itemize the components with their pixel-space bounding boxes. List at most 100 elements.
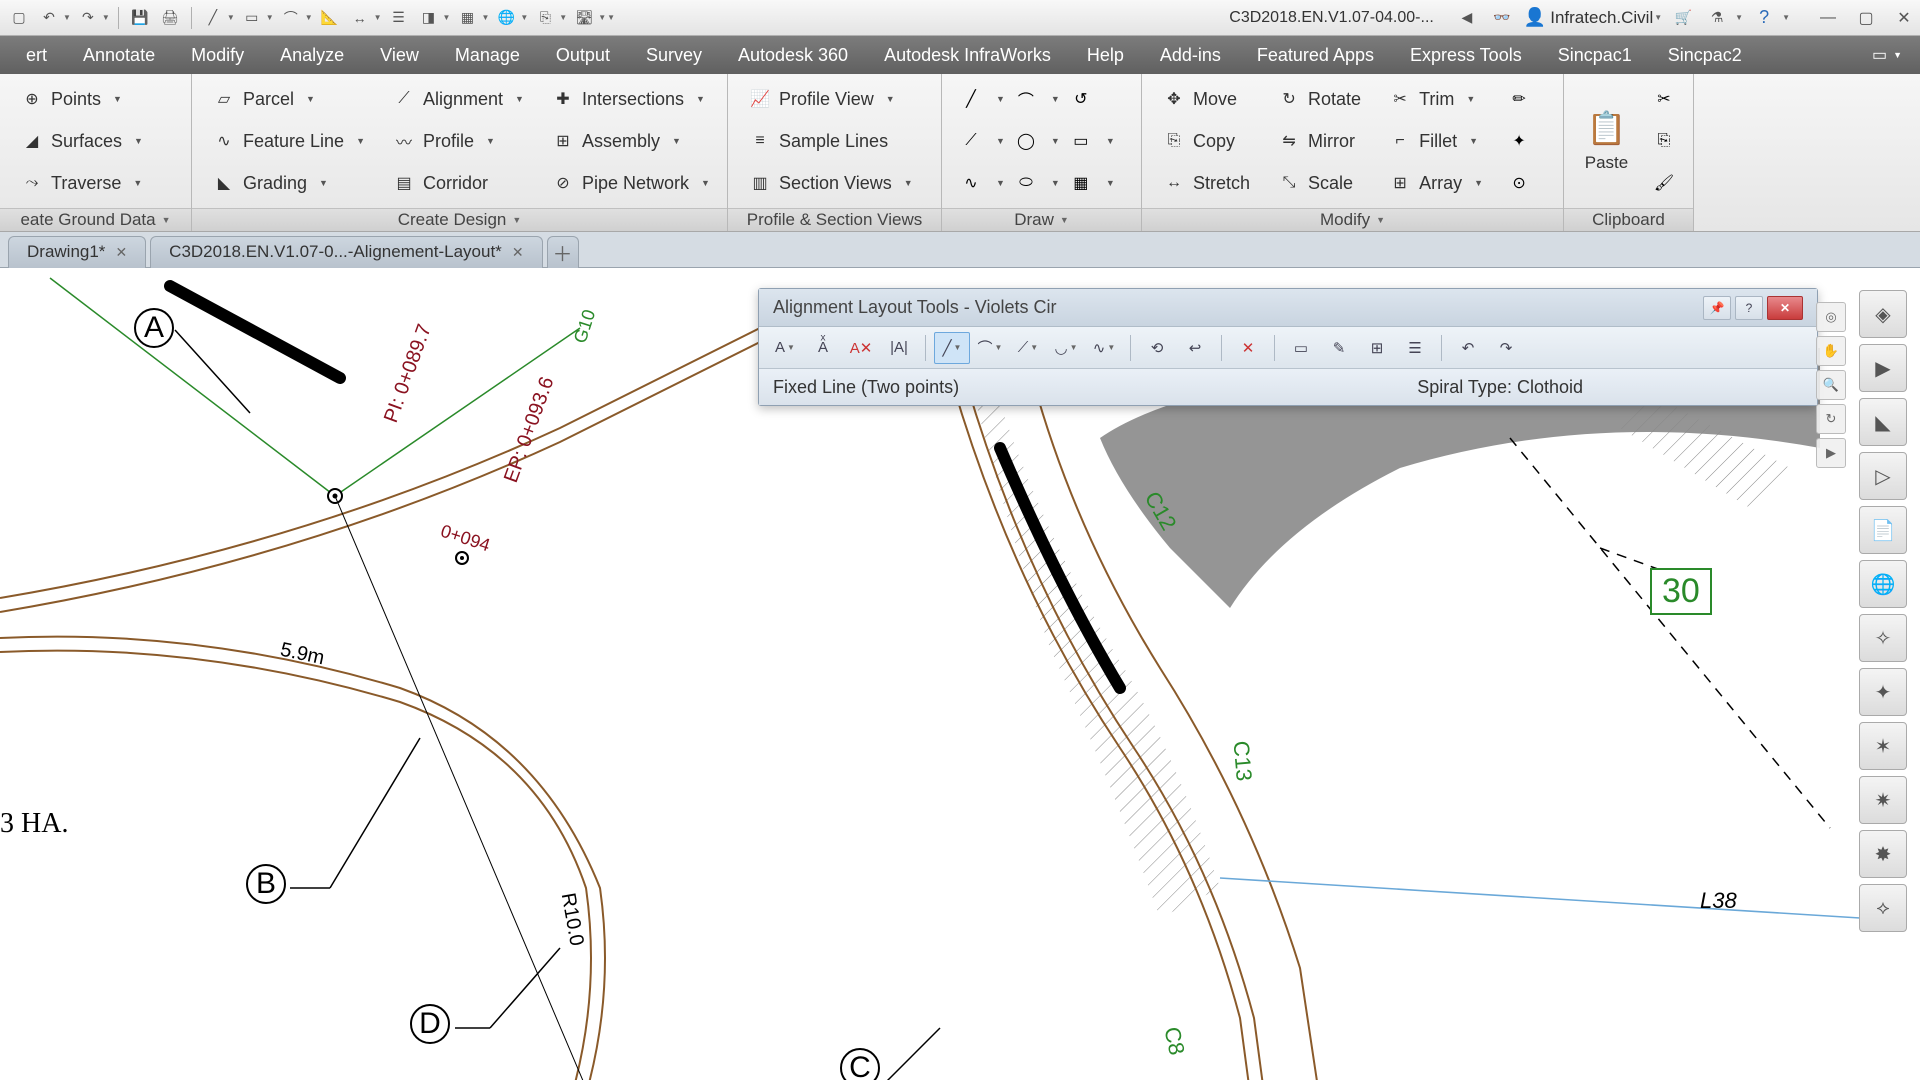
nav-wheel-icon[interactable]: ▶ (1859, 344, 1907, 392)
dropdown-icon[interactable]: ▼ (319, 178, 328, 188)
circle-button[interactable]: ◯ (1007, 122, 1045, 160)
panel-title[interactable]: eate Ground Data▼ (0, 208, 191, 231)
dropdown-icon[interactable]: ▼ (996, 178, 1005, 188)
hatch-icon[interactable]: ▦ (454, 5, 480, 31)
dropdown-icon[interactable]: ▼ (701, 178, 710, 188)
explode-button[interactable]: ✦ (1500, 122, 1538, 160)
dropdown-icon[interactable]: ▼ (1051, 94, 1060, 104)
dropdown-icon[interactable]: ▼ (133, 178, 142, 188)
qat-expand-icon[interactable]: ▼ (607, 13, 615, 22)
traverse-button[interactable]: ⤳Traverse▼ (10, 164, 154, 202)
redo-button[interactable]: ↷ (1488, 332, 1524, 364)
palette-titlebar[interactable]: Alignment Layout Tools - Violets Cir 📌 ?… (759, 289, 1817, 327)
block-icon[interactable]: ◨ (416, 5, 442, 31)
rect-icon[interactable]: ▭ (239, 5, 265, 31)
panel-dropdown-icon[interactable]: ▼ (512, 215, 521, 225)
intersections-button[interactable]: ✚Intersections▼ (541, 80, 721, 118)
dropdown-icon[interactable]: ▼ (443, 13, 451, 22)
ribbon-tab-expresstools[interactable]: Express Tools (1392, 36, 1540, 74)
panel-dropdown-icon[interactable]: ▼ (1376, 215, 1385, 225)
minimize-button[interactable]: — (1818, 8, 1838, 28)
assembly-button[interactable]: ⊞Assembly▼ (541, 122, 721, 160)
ribbon-tab-modify[interactable]: Modify (173, 36, 262, 74)
erase-button[interactable]: ✏ (1500, 80, 1538, 118)
ribbon-tab-analyze[interactable]: Analyze (262, 36, 362, 74)
ribbon-tab-insert[interactable]: ert (8, 36, 65, 74)
doc-tab-alignment-layout[interactable]: C3D2018.EN.V1.07-0...-Alignement-Layout*… (150, 236, 542, 268)
revcloud-button[interactable]: ↺ (1062, 80, 1100, 118)
corridor-button[interactable]: ▤Corridor (382, 164, 535, 202)
ribbon-tab-view[interactable]: View (362, 36, 437, 74)
plot-icon[interactable]: 🖨 (157, 5, 183, 31)
parcel-button[interactable]: ▱Parcel▼ (202, 80, 376, 118)
dropdown-icon[interactable]: ▼ (996, 94, 1005, 104)
dropdown-icon[interactable]: ▼ (886, 94, 895, 104)
dropdown-icon[interactable]: ▼ (904, 178, 913, 188)
polyline-button[interactable]: ⟋ (952, 122, 990, 160)
floating-curve-button[interactable]: ◡▼ (1048, 332, 1084, 364)
new-tab-button[interactable]: ＋ (547, 236, 579, 268)
redo-icon[interactable]: ↷ (75, 5, 101, 31)
pin-icon[interactable]: 📌 (1703, 296, 1731, 320)
compass-a-icon[interactable]: ✦ (1859, 668, 1907, 716)
dropdown-icon[interactable]: ▼ (356, 136, 365, 146)
cut-button[interactable]: ✂ (1645, 80, 1683, 118)
showmotion-icon[interactable]: ▶ (1816, 438, 1846, 468)
panel-dropdown-icon[interactable]: ▼ (162, 215, 171, 225)
ribbon-tab-output[interactable]: Output (538, 36, 628, 74)
fixed-curve-button[interactable]: ⌒▼ (972, 332, 1008, 364)
delete-sub-button[interactable]: ↩ (1177, 332, 1213, 364)
layer-icon[interactable]: ☰ (386, 5, 412, 31)
maximize-button[interactable]: ▢ (1856, 8, 1876, 28)
undo-dropdown-icon[interactable]: ▼ (63, 13, 71, 22)
pan-icon[interactable]: ✋ (1816, 336, 1846, 366)
rect-button[interactable]: ▭ (1062, 122, 1100, 160)
user-dropdown-icon[interactable]: ▼ (1654, 13, 1662, 22)
palette-help-icon[interactable]: ? (1735, 296, 1763, 320)
road-icon[interactable]: 🛣 (571, 5, 597, 31)
palette-close-button[interactable]: ✕ (1767, 296, 1803, 320)
sheet-set-icon[interactable]: 📄 (1859, 506, 1907, 554)
dropdown-icon[interactable]: ▼ (1051, 136, 1060, 146)
ellipse-button[interactable]: ⬭ (1007, 164, 1045, 202)
points-button[interactable]: ⊕Points▼ (10, 80, 154, 118)
search-icon[interactable]: 👓 (1488, 4, 1516, 32)
copy-button[interactable]: ⎘Copy (1152, 122, 1261, 160)
ribbon-tab-manage[interactable]: Manage (437, 36, 538, 74)
floating-line-button[interactable]: ⟋▼ (1010, 332, 1046, 364)
dropdown-icon[interactable]: ▼ (374, 13, 382, 22)
ribbon-tab-autodesk360[interactable]: Autodesk 360 (720, 36, 866, 74)
rotate-button[interactable]: ↻Rotate (1267, 80, 1372, 118)
dropdown-icon[interactable]: ▼ (481, 13, 489, 22)
ribbon-tab-help[interactable]: Help (1069, 36, 1142, 74)
ribbon-minimize-button[interactable]: ▭ ▼ (1862, 36, 1912, 74)
doc-tab-drawing1[interactable]: Drawing1* ✕ (8, 236, 146, 268)
ribbon-tab-addins[interactable]: Add-ins (1142, 36, 1239, 74)
alignment-button[interactable]: ⟋Alignment▼ (382, 80, 535, 118)
convert-button[interactable]: |A| (881, 332, 917, 364)
dropdown-icon[interactable]: ▼ (520, 13, 528, 22)
line-icon[interactable]: ╱ (200, 5, 226, 31)
grading-button[interactable]: ◣Grading▼ (202, 164, 376, 202)
dropdown-icon[interactable]: ▼ (486, 136, 495, 146)
dropdown-icon[interactable]: ▼ (672, 136, 681, 146)
arc-button[interactable]: ⌒ (1007, 80, 1045, 118)
panel-title[interactable]: Create Design▼ (192, 208, 727, 231)
compass-b-icon[interactable]: ✶ (1859, 722, 1907, 770)
paste-button[interactable]: 📋 Paste (1574, 81, 1639, 201)
sectionviews-button[interactable]: ▥Section Views▼ (738, 164, 924, 202)
ribbon-tab-survey[interactable]: Survey (628, 36, 720, 74)
panel-title[interactable]: Profile & Section Views (728, 208, 941, 231)
free-spiral-button[interactable]: ∿▼ (1086, 332, 1122, 364)
copyclip-button[interactable]: ⎘ (1645, 122, 1683, 160)
xref-icon[interactable]: ⎘ (532, 5, 558, 31)
samplelines-button[interactable]: ≡Sample Lines (738, 122, 924, 160)
help-dropdown-icon[interactable]: ▼ (1782, 13, 1790, 22)
dropdown-icon[interactable]: ▼ (113, 94, 122, 104)
alignment-layout-tools-palette[interactable]: Alignment Layout Tools - Violets Cir 📌 ?… (758, 288, 1818, 406)
insert-pi-button[interactable]: Aͯ (805, 332, 841, 364)
compass-c-icon[interactable]: ✷ (1859, 776, 1907, 824)
fixed-line-button[interactable]: ╱▼ (934, 332, 970, 364)
measure-icon[interactable]: 📐 (317, 5, 343, 31)
ribbon-tab-featuredapps[interactable]: Featured Apps (1239, 36, 1392, 74)
